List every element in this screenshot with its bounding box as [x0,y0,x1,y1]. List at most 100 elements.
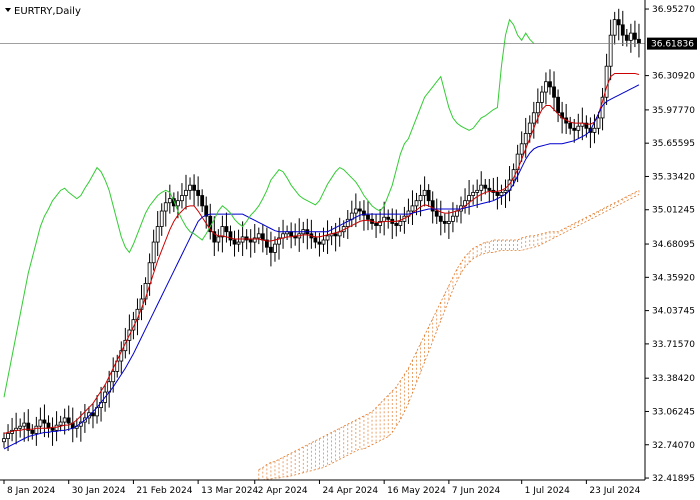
candlestick-chart: 36.95270 36.30920 35.97770 35.65595 35.33420… [0,0,700,500]
y-tick-label: 34.68095 [652,240,695,250]
candle-body [422,189,427,196]
candle-body [321,239,326,245]
candle-body [38,419,43,427]
x-tick-label: 8 Jan 2024 [7,486,55,496]
y-tick-label: 32.41895 [652,474,695,484]
y-tick-label: 35.33420 [652,172,695,182]
candle-body [604,65,609,98]
candle-body [176,200,180,207]
candle-body [608,34,613,67]
candle-body [220,226,225,238]
candle-body [256,233,261,239]
candle-body [471,192,476,196]
candle-body [620,24,625,36]
candle-body [410,205,415,212]
candle-body [503,189,508,193]
candle-body [394,223,399,226]
candle-body [527,122,532,134]
candle-body [556,96,560,114]
candle-body [418,195,423,202]
x-tick-label: 21 Feb 2024 [136,486,192,496]
candle-body [414,200,419,207]
candle-body [628,32,633,41]
candle-body [66,417,71,424]
y-tick-label: 33.06245 [652,407,695,417]
candle-body [596,117,601,129]
x-tick-label: 2 Apr 2024 [258,486,308,496]
candle-body [446,220,451,224]
candle-body [576,125,581,131]
candle-body [479,184,484,191]
chart-container: 36.95270 36.30920 35.97770 35.65595 35.33420… [0,0,700,500]
price-tag-label: 36.61836 [651,40,694,50]
candle-body [34,425,39,434]
candle-body [167,198,172,204]
candle-body [572,127,577,131]
candle-body [248,239,253,243]
candle-body [6,433,10,440]
candle-body [228,231,233,241]
candle-body [434,210,439,217]
candle-body [519,143,524,155]
candle-body [62,417,67,423]
chart-background [0,0,700,500]
y-tick-label: 36.30920 [652,72,695,82]
candle-body [54,424,59,431]
candle-body [155,226,160,243]
x-tick-label: 23 Jul 2024 [589,486,640,496]
candle-body [260,233,265,241]
candle-body [552,86,556,98]
candle-body [386,216,391,220]
candle-body [192,184,196,191]
candle-body [637,38,641,44]
candle-body [180,195,184,202]
y-tick-label: 33.38420 [652,374,695,384]
x-tick-label: 1 Jul 2024 [525,486,570,496]
candle-body [539,91,544,103]
candle-body [467,195,471,202]
candle-body [616,19,621,26]
candle-body [58,421,63,426]
y-tick-label: 35.97770 [652,106,695,116]
candle-body [451,215,455,222]
candle-body [244,236,249,241]
chart-title: EURTRY,Daily [14,6,81,17]
candle-body [269,246,273,253]
candle-body [633,32,637,40]
chart-title-group[interactable]: EURTRY,Daily [5,6,81,17]
candle-body [438,215,443,222]
x-tick-label: 16 May 2024 [387,486,446,496]
candle-body [487,187,492,191]
candle-body [398,220,403,226]
x-tick-label: 7 Jun 2024 [452,486,501,496]
candle-body [325,235,330,241]
candle-body [42,419,47,424]
candle-body [568,122,573,129]
y-tick-label: 36.95270 [652,5,695,15]
y-tick-label: 35.01245 [652,206,695,216]
candle-body [523,133,528,145]
candle-body [353,208,358,214]
candle-body [273,243,277,253]
candle-body [188,184,192,191]
candle-body [232,239,237,245]
y-tick-label: 35.65595 [652,139,695,149]
candle-body [374,223,378,226]
candle-body [147,262,152,284]
candle-body [544,81,548,93]
candle-body [30,429,35,434]
candle-body [240,236,245,243]
candle-body [236,241,241,245]
y-tick-label: 33.71570 [652,340,695,350]
candle-body [224,226,229,233]
candle-body [531,112,536,124]
candle-body [430,200,435,212]
candle-body [612,19,617,36]
candle-body [50,427,55,431]
candle-body [499,192,504,196]
candle-body [111,370,116,383]
x-tick-label: 13 Mar 2024 [201,486,258,496]
candle-body [317,241,322,245]
candle-body [216,236,221,243]
candle-body [366,214,370,220]
